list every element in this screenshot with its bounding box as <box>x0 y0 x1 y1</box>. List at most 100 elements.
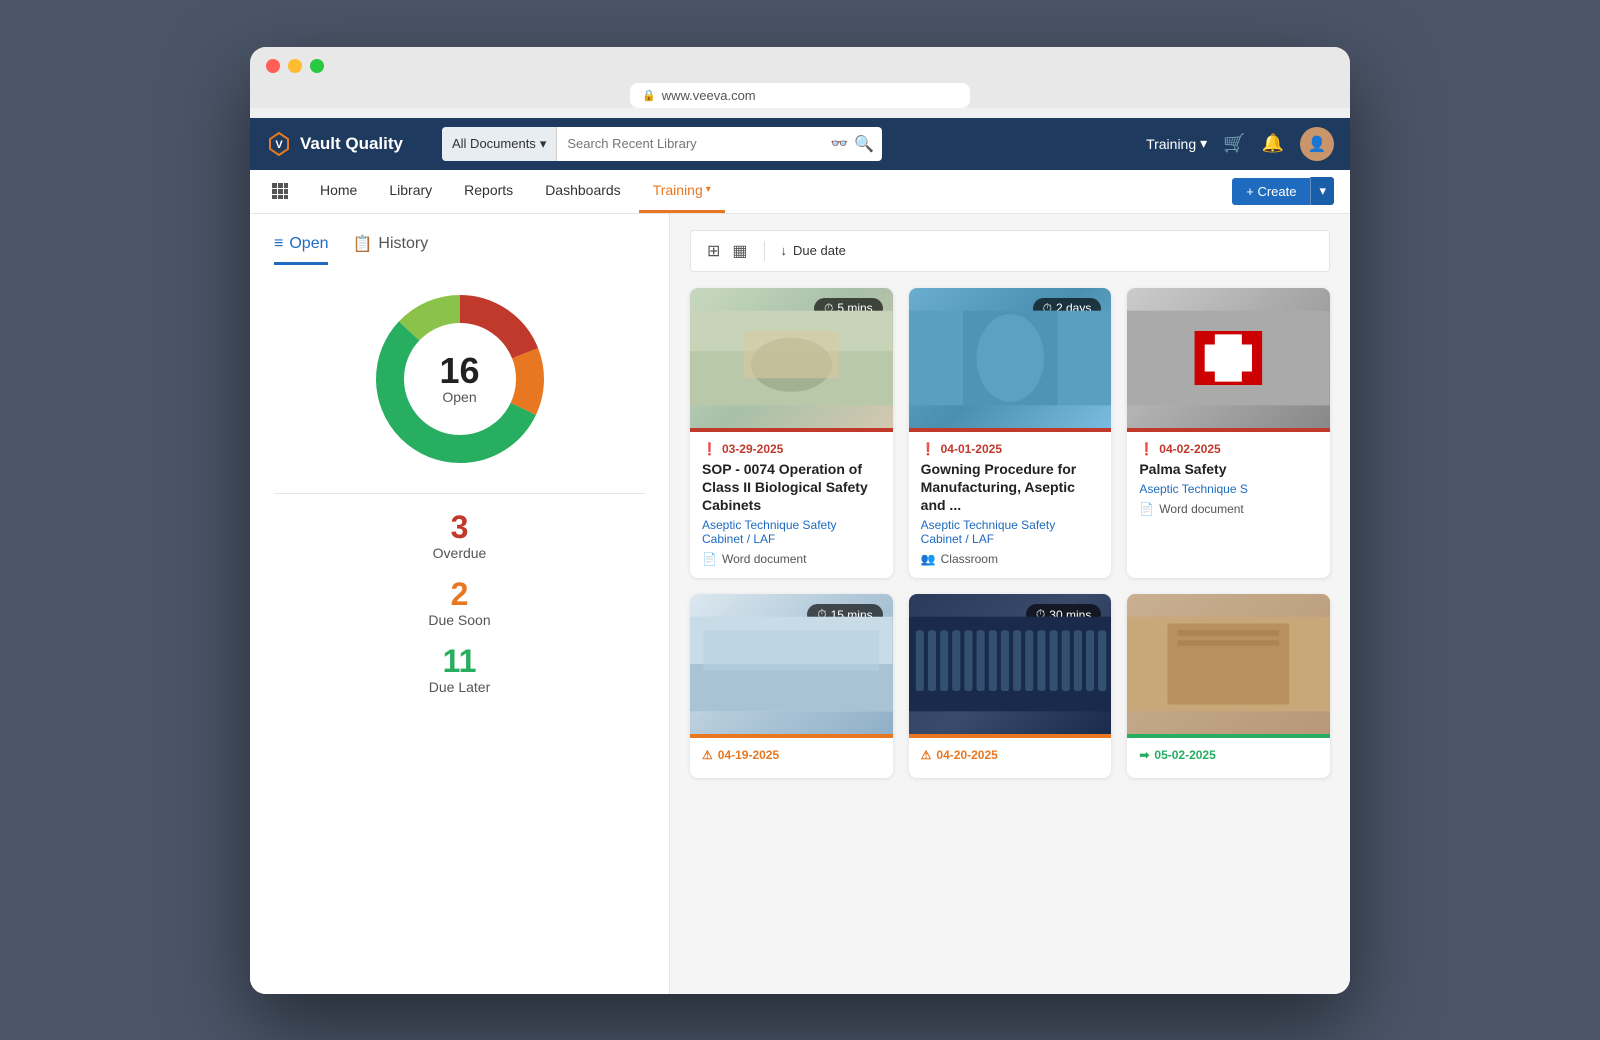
tab-open[interactable]: ≡ Open <box>274 234 328 265</box>
card-title-1: SOP - 0074 Operation of Class II Biologi… <box>702 460 881 515</box>
create-main-button[interactable]: + Create <box>1232 178 1310 205</box>
close-button[interactable] <box>266 59 280 73</box>
browser-window: 🔒 www.veeva.com V Vault Quality All Docu… <box>250 47 1350 994</box>
card-body-4: ⚠ 04-19-2025 <box>690 738 893 778</box>
training-card-2[interactable]: ⏱ 2 days ❗ <box>909 288 1112 579</box>
card-category-3: Aseptic Technique S <box>1139 482 1318 496</box>
card-date-4: ⚠ 04-19-2025 <box>702 748 881 762</box>
cart-icon[interactable]: 🛒 <box>1223 133 1245 154</box>
card-category-1: Aseptic Technique Safety Cabinet / LAF <box>702 518 881 546</box>
create-button-group: + Create ▾ <box>1232 177 1334 205</box>
search-icon[interactable]: 🔍 <box>854 134 874 154</box>
warning-icon-5: ⚠ <box>921 748 932 762</box>
sort-label: Due date <box>793 243 846 258</box>
card-date-3: ❗ 04-02-2025 <box>1139 442 1318 456</box>
nav-library[interactable]: Library <box>375 169 446 213</box>
card-image-4: ⏱ 15 mins <box>690 594 893 734</box>
card-title-3: Palma Safety <box>1139 460 1318 478</box>
search-filter-dropdown[interactable]: All Documents ▾ <box>442 127 557 161</box>
view-tabs: ≡ Open 📋 History <box>274 234 645 265</box>
later-icon-6: ➡ <box>1139 748 1149 762</box>
sort-arrow-icon: ↓ <box>781 243 788 258</box>
toolbar-divider <box>764 241 765 261</box>
card-title-2: Gowning Procedure for Manufacturing, Ase… <box>921 460 1100 515</box>
search-icons: 👓 🔍 <box>831 134 882 154</box>
address-bar[interactable]: 🔒 www.veeva.com <box>630 83 970 108</box>
tab-history[interactable]: 📋 History <box>352 234 428 265</box>
svg-text:V: V <box>275 139 283 151</box>
nav-dashboards[interactable]: Dashboards <box>531 169 635 213</box>
toolbar: ⊞ ▦ ↓ Due date <box>690 230 1330 272</box>
card-body-1: ❗ 03-29-2025 SOP - 0074 Operation of Cla… <box>690 432 893 579</box>
search-filter-label: All Documents <box>452 136 536 151</box>
create-dropdown-button[interactable]: ▾ <box>1310 177 1334 205</box>
main-content: ≡ Open 📋 History <box>250 214 1350 994</box>
left-panel: ≡ Open 📋 History <box>250 214 670 994</box>
donut-wrap: 16 Open <box>370 289 550 469</box>
open-tab-icon: ≡ <box>274 235 283 253</box>
avatar[interactable]: 👤 <box>1300 127 1334 161</box>
brand-name: Vault Quality <box>300 134 403 154</box>
card-image-1: ⏱ 5 mins <box>690 288 893 428</box>
training-card-4[interactable]: ⏱ 15 mins ⚠ <box>690 594 893 778</box>
nav-training[interactable]: Training ▾ <box>639 169 725 213</box>
cards-grid: ⏱ 5 mins <box>690 288 1330 779</box>
nav-home[interactable]: Home <box>306 169 371 213</box>
card-body-2: ❗ 04-01-2025 Gowning Procedure for Manuf… <box>909 432 1112 579</box>
card-image-5: ⏱ 30 mins <box>909 594 1112 734</box>
brand-logo[interactable]: V Vault Quality <box>266 131 426 157</box>
overdue-icon-1: ❗ <box>702 442 717 456</box>
open-count: 16 <box>439 353 479 389</box>
due-later-count: 11 <box>274 644 645 679</box>
grid-view-icon[interactable]: ▦ <box>732 241 747 261</box>
donut-chart-container: 16 Open <box>274 289 645 469</box>
due-soon-count: 2 <box>274 577 645 612</box>
sort-button[interactable]: ↓ Due date <box>781 243 846 258</box>
lock-icon: 🔒 <box>642 89 656 102</box>
training-card-5[interactable]: ⏱ 30 mins <box>909 594 1112 778</box>
card-type-1: 📄 Word document <box>702 552 881 566</box>
app-container: V Vault Quality All Documents ▾ 👓 🔍 <box>250 118 1350 994</box>
card-date-2: ❗ 04-01-2025 <box>921 442 1100 456</box>
open-label: Open <box>439 389 479 405</box>
minimize-button[interactable] <box>288 59 302 73</box>
history-tab-icon: 📋 <box>352 234 372 254</box>
traffic-lights <box>266 59 1334 73</box>
due-later-stat: 11 Due Later <box>274 644 645 695</box>
training-label: Training <box>1146 136 1196 152</box>
search-bar: All Documents ▾ 👓 🔍 <box>442 127 882 161</box>
apps-grid-icon[interactable] <box>266 177 294 205</box>
create-label: + Create <box>1246 184 1296 199</box>
avatar-initial: 👤 <box>1308 135 1327 153</box>
donut-center: 16 Open <box>439 353 479 405</box>
card-image-2: ⏱ 2 days <box>909 288 1112 428</box>
card-date-1: ❗ 03-29-2025 <box>702 442 881 456</box>
doc-icon-1: 📄 <box>702 552 717 566</box>
training-card-6[interactable]: ➡ 05-02-2025 <box>1127 594 1330 778</box>
maximize-button[interactable] <box>310 59 324 73</box>
doc-icon-3: 📄 <box>1139 502 1154 516</box>
card-image-3 <box>1127 288 1330 428</box>
training-card-1[interactable]: ⏱ 5 mins <box>690 288 893 579</box>
warning-icon-4: ⚠ <box>702 748 713 762</box>
due-soon-label: Due Soon <box>274 612 645 628</box>
training-arrow-icon: ▾ <box>1200 135 1207 152</box>
card-category-2: Aseptic Technique Safety Cabinet / LAF <box>921 518 1100 546</box>
open-tab-label: Open <box>289 235 328 253</box>
card-type-3: 📄 Word document <box>1139 502 1318 516</box>
training-card-3[interactable]: ❗ 04-02-2025 Palma Safety Aseptic Techni… <box>1127 288 1330 579</box>
overdue-label: Overdue <box>274 545 645 561</box>
due-later-label: Due Later <box>274 679 645 695</box>
filter-icon[interactable]: ⊞ <box>707 241 720 261</box>
nav-reports[interactable]: Reports <box>450 169 527 213</box>
training-menu[interactable]: Training ▾ <box>1146 135 1207 152</box>
card-type-2: 👥 Classroom <box>921 552 1100 566</box>
right-panel: ⊞ ▦ ↓ Due date ⏱ 5 mins <box>670 214 1350 994</box>
divider-1 <box>274 493 645 494</box>
training-nav-arrow: ▾ <box>706 184 711 195</box>
search-input[interactable] <box>567 136 820 151</box>
glasses-icon: 👓 <box>831 135 848 152</box>
card-body-5: ⚠ 04-20-2025 <box>909 738 1112 778</box>
bell-icon[interactable]: 🔔 <box>1262 133 1284 154</box>
card-date-6: ➡ 05-02-2025 <box>1139 748 1318 762</box>
